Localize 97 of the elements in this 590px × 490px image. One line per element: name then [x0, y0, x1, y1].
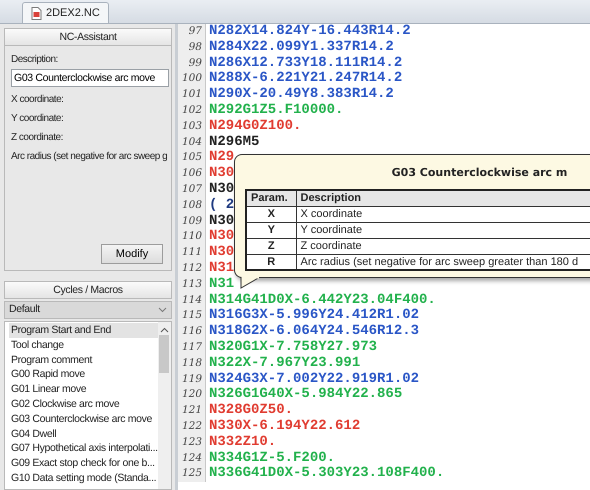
line-number: 117	[178, 340, 206, 356]
line-number: 102	[178, 102, 206, 119]
code-line: N294G0Z100.	[208, 118, 302, 135]
macro-list-item[interactable]: G01 Linear move	[9, 382, 158, 397]
table-cell: Y	[246, 222, 296, 238]
line-number: 105	[178, 150, 206, 166]
line-number: 121	[178, 403, 206, 419]
code-line: N292G1Z5.F10000.	[208, 102, 344, 119]
code-line: N334G1Z-5.F200.	[208, 450, 336, 466]
macro-list-item[interactable]: Tool change	[9, 338, 158, 353]
macro-list-item[interactable]: Program comment	[9, 352, 158, 368]
code-line: N316G3X-5.996Y24.412R1.02	[208, 308, 420, 324]
code-line: N318G2X-6.064Y24.546R12.3	[208, 324, 420, 340]
code-line: N282X14.824Y-16.443R14.2	[208, 24, 411, 40]
chevron-down-icon	[158, 307, 167, 313]
code-line: N314G41D0X-6.442Y23.04F400.	[208, 292, 436, 308]
code-line: N328G0Z50.	[208, 403, 294, 419]
scrollbar-thumb[interactable]	[159, 335, 170, 373]
macro-list-item[interactable]: G02 Clockwise arc move	[9, 396, 158, 412]
code-line: N30	[208, 229, 234, 246]
column-header: Param.	[246, 190, 296, 206]
code-line: N31	[208, 276, 234, 293]
line-number: 125	[178, 466, 206, 482]
table-cell: X	[246, 206, 296, 222]
field-label: Z coordinate:	[11, 131, 64, 145]
code-line: N322X-7.967Y23.991	[208, 356, 360, 372]
line-number: 113	[178, 276, 206, 293]
code-line: N30	[208, 245, 234, 261]
line-number: 119	[178, 372, 206, 388]
field-label: Y coordinate:	[11, 112, 64, 126]
line-number: 120	[178, 387, 206, 404]
code-line: N326G1G40X-5.984Y22.865	[208, 387, 402, 404]
line-number: 112	[178, 260, 206, 277]
code-line: N284X22.099Y1.337R14.2	[208, 40, 394, 56]
code-line: N336G41D0X-5.303Y23.108F400.	[208, 466, 444, 482]
table-cell: Z	[246, 238, 296, 254]
line-number: 124	[178, 450, 206, 466]
line-number: 99	[178, 56, 206, 72]
description-field[interactable]: G03 Counterclockwise arc move	[11, 69, 169, 87]
line-number: 108	[178, 198, 206, 214]
code-line: N30	[208, 166, 234, 182]
table-cell: R	[246, 254, 296, 270]
table-cell: X coordinate	[296, 206, 590, 222]
panel-header: Cycles / Macros	[4, 281, 172, 299]
file-tab[interactable]: 2DEX2.NC	[22, 2, 109, 23]
table-cell: Y coordinate	[296, 222, 590, 238]
code-line: N30	[208, 182, 234, 198]
panel-header: NC-Assistant	[4, 28, 172, 46]
line-number: 98	[178, 40, 206, 56]
line-number: 122	[178, 418, 206, 435]
line-number: 107	[178, 182, 206, 198]
code-line: N324G3X-7.002Y22.919R1.02	[208, 372, 420, 388]
macro-list-item[interactable]: G10 Data setting mode (Standa...	[9, 470, 158, 486]
field-label: Description:	[11, 53, 59, 67]
macro-dropdown[interactable]: Default	[4, 301, 172, 319]
line-number: 110	[178, 229, 206, 246]
code-line: ( 2	[208, 198, 234, 214]
field-label: X coordinate:	[11, 93, 64, 107]
column-header: Description	[296, 190, 590, 206]
code-line: N29	[208, 150, 234, 166]
code-line: N288X-6.221Y21.247R14.2	[208, 71, 402, 88]
line-number: 106	[178, 166, 206, 182]
macro-list-item[interactable]: G07 Hypothetical axis interpolati...	[9, 441, 158, 456]
macro-list-item[interactable]: G09 Exact stop check for one b...	[9, 456, 158, 471]
scroll-up-icon[interactable]	[160, 327, 169, 333]
scrollbar[interactable]	[158, 322, 171, 489]
modify-button[interactable]: Modify	[101, 244, 163, 264]
macro-list-item[interactable]: G03 Counterclockwise arc move	[9, 412, 158, 427]
code-line: N296M5	[208, 134, 260, 150]
code-line: N31	[208, 260, 234, 277]
file-icon	[31, 6, 42, 20]
code-line: N30	[208, 214, 234, 230]
code-line: N290X-20.49Y8.383R14.2	[208, 87, 394, 103]
code-line: N286X12.733Y18.111R14.2	[208, 56, 402, 72]
line-number: 101	[178, 87, 206, 103]
code-line: N330X-6.194Y22.612	[208, 418, 360, 435]
line-number: 123	[178, 434, 206, 451]
field-label: Arc radius (set negative for arc sweep g	[11, 150, 168, 164]
table-cell: Z coordinate	[296, 238, 590, 254]
line-number: 100	[178, 71, 206, 88]
tooltip-title: G03 Counterclockwise arc m	[390, 165, 568, 181]
line-number: 97	[178, 24, 206, 40]
line-number: 109	[178, 214, 206, 230]
line-number: 118	[178, 356, 206, 372]
macro-list-item[interactable]: G00 Rapid move	[9, 367, 158, 382]
line-number: 104	[178, 134, 206, 150]
macro-list-item[interactable]: Program Start and End	[9, 323, 158, 338]
code-line: N332Z10.	[208, 434, 276, 451]
tab-label: 2DEX2.NC	[46, 6, 100, 21]
line-number: 111	[178, 245, 206, 261]
macro-list-item[interactable]: G04 Dwell	[9, 426, 158, 442]
line-number: 114	[178, 292, 206, 308]
line-number: 103	[178, 118, 206, 135]
table-cell: Arc radius (set negative for arc sweep greater than 180 d	[296, 254, 590, 270]
line-number: 115	[178, 308, 206, 324]
code-line: N320G1X-7.758Y27.973	[208, 340, 378, 356]
line-number: 116	[178, 324, 206, 340]
